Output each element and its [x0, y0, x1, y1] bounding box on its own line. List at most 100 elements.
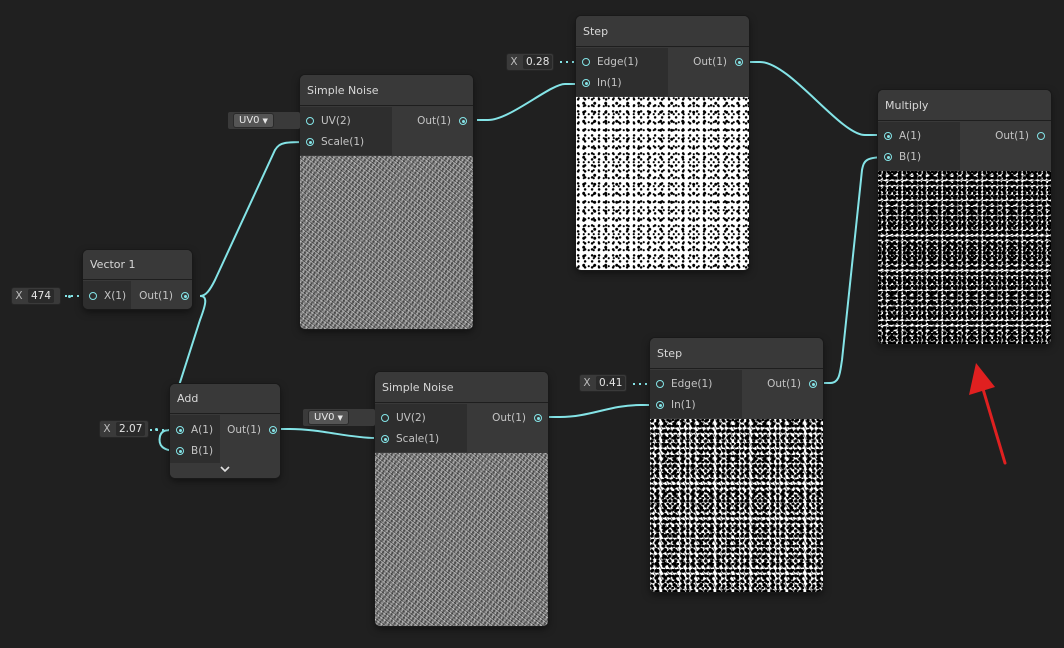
port-label: Edge(1): [671, 378, 713, 390]
node-title[interactable]: Step: [650, 338, 823, 369]
port-label: X(1): [104, 290, 127, 302]
vector1-field[interactable]: X 474: [12, 288, 60, 304]
uv-dropdown[interactable]: UV0 ▼: [309, 411, 348, 424]
dropdown-value: UV0: [239, 115, 260, 126]
port-dot-icon[interactable]: [1037, 132, 1045, 140]
port-dot-icon[interactable]: [89, 292, 97, 300]
input-ports: A(1) B(1): [878, 122, 960, 170]
vector1-node[interactable]: Vector 1 X(1) Out(1): [83, 250, 192, 309]
port-dot-icon[interactable]: [656, 401, 664, 409]
port-label: A(1): [191, 424, 214, 436]
field-label: X: [103, 423, 111, 435]
b-input-port[interactable]: B(1): [884, 147, 921, 167]
out-port[interactable]: Out(1): [995, 126, 1045, 146]
port-dot-icon[interactable]: [269, 426, 277, 434]
uv-input-port[interactable]: UV(2): [381, 408, 426, 428]
port-label: B(1): [191, 445, 214, 457]
port-dot-icon[interactable]: [306, 117, 314, 125]
output-ports: Out(1): [960, 122, 1051, 170]
uv-dropdown[interactable]: UV0 ▼: [234, 114, 273, 127]
edge-input-port[interactable]: Edge(1): [582, 52, 638, 72]
vector1-value-input[interactable]: 474: [28, 289, 55, 303]
step-node-2[interactable]: Step Edge(1) In(1) Out(1): [650, 338, 823, 592]
red-arrow-icon: [969, 363, 1007, 465]
step-preview: [650, 419, 823, 592]
edge-field-2[interactable]: X 0.41: [580, 375, 626, 391]
wire-dot: [68, 295, 71, 298]
port-dot-icon[interactable]: [884, 132, 892, 140]
port-dot-icon[interactable]: [582, 79, 590, 87]
node-title[interactable]: Simple Noise: [300, 75, 473, 106]
port-label: Out(1): [139, 290, 173, 302]
noise-preview: [300, 156, 473, 329]
port-dot-icon[interactable]: [459, 117, 467, 125]
a-input-port[interactable]: A(1): [884, 126, 921, 146]
out-port[interactable]: Out(1): [139, 286, 189, 306]
chevron-down-icon[interactable]: [170, 463, 280, 478]
port-dot-icon[interactable]: [306, 138, 314, 146]
field-label: X: [510, 56, 518, 68]
port-label: Out(1): [227, 424, 261, 436]
port-dot-icon[interactable]: [176, 426, 184, 434]
port-dot-icon[interactable]: [181, 292, 189, 300]
step-preview: [576, 97, 749, 270]
port-dot-icon[interactable]: [582, 58, 590, 66]
port-dot-icon[interactable]: [176, 447, 184, 455]
output-ports: Out(1): [668, 48, 749, 96]
field-label: X: [15, 290, 23, 302]
port-label: A(1): [899, 130, 922, 142]
port-label: UV(2): [321, 115, 351, 127]
port-dot-icon[interactable]: [809, 380, 817, 388]
port-dot-icon[interactable]: [884, 153, 892, 161]
input-ports: UV(2) Scale(1): [375, 404, 467, 452]
input-ports: UV(2) Scale(1): [300, 107, 392, 155]
a-input-port[interactable]: A(1): [176, 420, 213, 440]
output-ports: Out(1): [220, 415, 280, 463]
b-input-port[interactable]: B(1): [176, 441, 213, 461]
out-port[interactable]: Out(1): [417, 111, 467, 131]
edge-value-input[interactable]: 0.41: [596, 376, 626, 390]
node-title[interactable]: Vector 1: [83, 250, 192, 280]
port-label: B(1): [899, 151, 922, 163]
port-label: Out(1): [995, 130, 1029, 142]
add-b-value-input[interactable]: 2.07: [116, 422, 146, 436]
port-dot-icon[interactable]: [381, 414, 389, 422]
out-port[interactable]: Out(1): [767, 374, 817, 394]
simple-noise-node-2[interactable]: Simple Noise UV(2) Scale(1) Out(1): [375, 372, 548, 626]
output-ports: Out(1): [467, 404, 548, 452]
input-ports: A(1) B(1): [170, 415, 220, 463]
port-dot-icon[interactable]: [735, 58, 743, 66]
port-dot-icon[interactable]: [656, 380, 664, 388]
input-ports: Edge(1) In(1): [650, 370, 742, 418]
caret-down-icon: ▼: [262, 117, 268, 125]
edge-field-1[interactable]: X 0.28: [507, 54, 553, 70]
out-port[interactable]: Out(1): [492, 408, 542, 428]
node-title[interactable]: Simple Noise: [375, 372, 548, 403]
out-port[interactable]: Out(1): [693, 52, 743, 72]
in-input-port[interactable]: In(1): [582, 73, 622, 93]
multiply-node[interactable]: Multiply A(1) B(1) Out(1): [878, 90, 1051, 344]
port-dot-icon[interactable]: [381, 435, 389, 443]
x-input-port[interactable]: X(1): [89, 286, 126, 306]
noise-preview: [375, 453, 548, 626]
wire-add-to-noise2: [270, 428, 385, 439]
edge-input-port[interactable]: Edge(1): [656, 374, 712, 394]
node-title[interactable]: Add: [170, 384, 280, 414]
wire-noise2-to-step2: [549, 404, 660, 418]
port-dot-icon[interactable]: [534, 414, 542, 422]
scale-input-port[interactable]: Scale(1): [381, 429, 439, 449]
node-title[interactable]: Step: [576, 16, 749, 47]
edge-value-input[interactable]: 0.28: [523, 55, 553, 69]
scale-input-port[interactable]: Scale(1): [306, 132, 364, 152]
uv-input-port[interactable]: UV(2): [306, 111, 351, 131]
add-b-field[interactable]: X 2.07: [100, 421, 148, 437]
in-input-port[interactable]: In(1): [656, 395, 696, 415]
step-node-1[interactable]: Step Edge(1) In(1) Out(1): [576, 16, 749, 270]
out-port[interactable]: Out(1): [227, 420, 277, 440]
dropdown-value: UV0: [314, 412, 335, 423]
output-ports: Out(1): [392, 107, 473, 155]
simple-noise-node-1[interactable]: Simple Noise UV(2) Scale(1) Out(1): [300, 75, 473, 329]
add-node[interactable]: Add A(1) B(1) Out(1): [170, 384, 280, 478]
caret-down-icon: ▼: [337, 414, 343, 422]
node-title[interactable]: Multiply: [878, 90, 1051, 121]
